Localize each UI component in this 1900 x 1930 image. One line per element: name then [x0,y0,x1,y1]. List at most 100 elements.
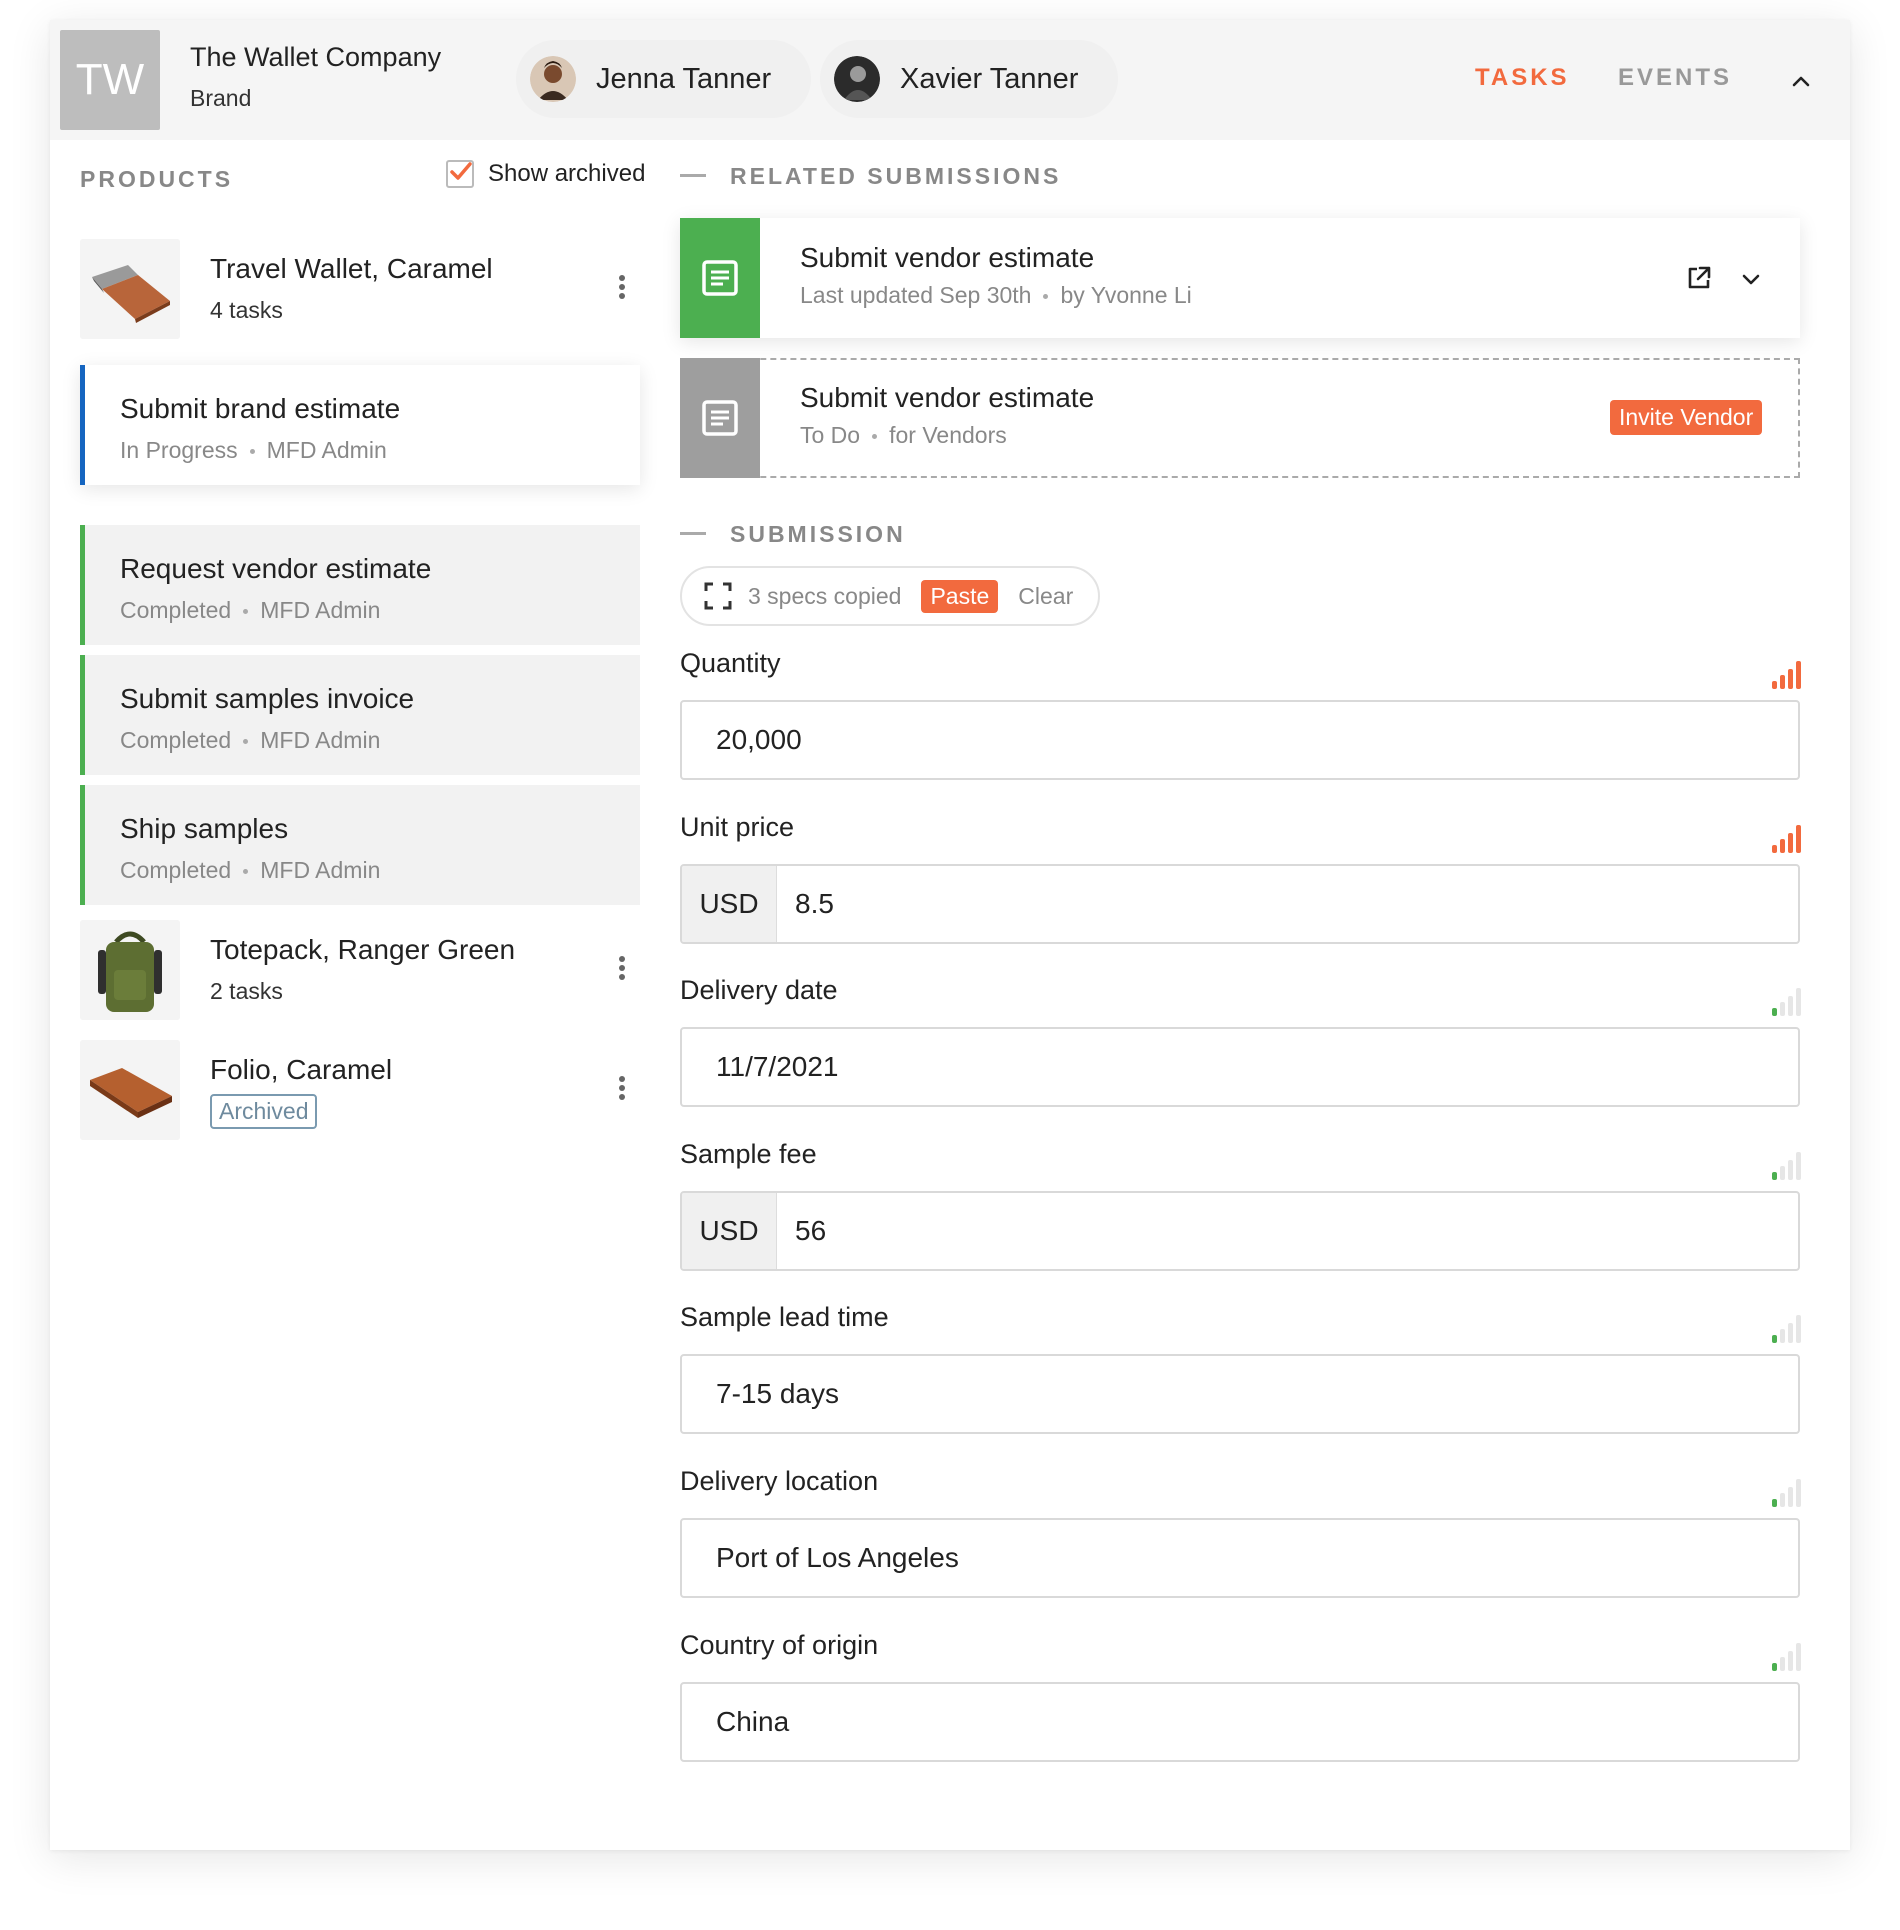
task-status: Completed [120,727,232,753]
country-of-origin-field[interactable]: China [680,1682,1800,1762]
show-archived-toggle[interactable]: Show archived [446,160,645,188]
submission-title: Submit vendor estimate [800,382,1095,413]
task-card[interactable]: Submit samples invoice Completed MFD Admi… [80,655,640,775]
company-logo: TW [60,30,160,130]
clipboard-pill: 3 specs copied Paste Clear [680,566,1100,626]
submission-status: Last updated Sep 30th [800,282,1032,308]
submission-audience: for Vendors [889,422,1007,448]
checkbox[interactable] [446,160,474,188]
more-options-icon[interactable] [617,275,627,305]
unit-price-field[interactable]: USD 8.5 [680,864,1800,944]
product-item[interactable]: Folio, Caramel Archived [80,1040,640,1140]
clear-button[interactable]: Clear [1018,583,1073,610]
currency-prefix[interactable]: USD [682,1193,777,1269]
product-item[interactable]: Totepack, Ranger Green 2 tasks [80,920,640,1020]
field-value: 8.5 [795,888,834,919]
company-name: The Wallet Company [190,42,442,72]
product-name: Folio, Caramel [210,1054,393,1085]
field-label: Sample lead time [680,1302,889,1332]
submission-author: by Yvonne Li [1060,282,1192,308]
signal-icon [1772,1313,1802,1343]
field-label: Sample fee [680,1139,817,1169]
task-owner: MFD Admin [260,857,381,883]
task-meta: Completed MFD Admin [120,727,380,754]
submission-card[interactable]: Submit vendor estimate Last updated Sep … [680,218,1800,338]
task-status: Completed [120,857,232,883]
signal-icon [1772,1150,1802,1180]
submission-title: SUBMISSION [730,521,906,547]
task-owner: MFD Admin [266,437,387,463]
currency-prefix[interactable]: USD [682,866,777,942]
avatar-icon [834,56,880,102]
task-status: Completed [120,597,232,623]
section-divider [680,174,706,177]
status-bar [80,785,85,905]
external-link-icon[interactable] [1685,264,1713,292]
task-title: Submit brand estimate [120,393,401,424]
invite-vendor-button[interactable]: Invite Vendor [1610,400,1763,435]
chevron-up-icon[interactable] [1790,70,1812,92]
submission-meta: Last updated Sep 30th by Yvonne Li [800,282,1192,309]
company-info: The Wallet Company Brand [190,42,441,112]
signal-icon [1772,986,1802,1016]
tab-events[interactable]: EVENTS [1618,64,1732,92]
show-archived-label: Show archived [488,160,646,187]
field-label: Delivery date [680,975,838,1005]
field-label: Quantity [680,648,781,678]
task-title: Submit samples invoice [120,683,415,714]
person-chip-xavier[interactable]: Xavier Tanner [820,40,1119,118]
status-bar [80,365,85,485]
product-thumbnail [80,1040,180,1140]
avatar-icon [530,56,576,102]
task-title: Request vendor estimate [120,553,432,584]
related-submissions-title: RELATED SUBMISSIONS [730,163,1062,189]
signal-icon [1772,1477,1802,1507]
delivery-date-field[interactable]: 11/7/2021 [680,1027,1800,1107]
specs-copied-text: 3 specs copied [748,582,902,609]
chevron-down-icon[interactable] [1740,268,1762,290]
product-thumbnail [80,920,180,1020]
more-options-icon[interactable] [617,1076,627,1106]
sample-fee-field[interactable]: USD 56 [680,1191,1800,1271]
product-task-count: 2 tasks [210,978,283,1004]
field-value: China [716,1706,790,1737]
field-label: Country of origin [680,1630,879,1660]
product-item[interactable]: Travel Wallet, Caramel 4 tasks [80,239,640,339]
task-owner: MFD Admin [260,597,381,623]
person-name: Jenna Tanner [596,62,772,95]
task-card[interactable]: Submit brand estimate In Progress MFD Adm… [80,365,640,485]
tab-tasks[interactable]: TASKS [1475,64,1570,92]
expand-icon [704,582,732,610]
quantity-field[interactable]: 20,000 [680,700,1800,780]
field-value: 20,000 [716,724,802,755]
more-options-icon[interactable] [617,956,627,986]
person-chip-jenna[interactable]: Jenna Tanner [516,40,812,118]
main-card: TW The Wallet Company Brand Jenna Tanner… [50,20,1850,1850]
signal-icon [1772,659,1802,689]
sample-lead-time-field[interactable]: 7-15 days [680,1354,1800,1434]
company-role: Brand [190,85,252,111]
product-thumbnail [80,239,180,339]
document-icon [680,358,760,478]
document-icon [680,218,760,338]
task-title: Ship samples [120,813,289,844]
submission-card-pending[interactable]: Submit vendor estimate To Do for Vendors … [680,358,1800,478]
task-meta: In Progress MFD Admin [120,437,387,464]
product-name: Travel Wallet, Caramel [210,253,493,284]
signal-icon [1772,823,1802,853]
delivery-location-field[interactable]: Port of Los Angeles [680,1518,1800,1598]
status-bar [80,655,85,775]
product-name: Totepack, Ranger Green [210,934,516,965]
section-divider [680,532,706,535]
task-card[interactable]: Ship samples Completed MFD Admin [80,785,640,905]
task-meta: Completed MFD Admin [120,597,380,624]
paste-button[interactable]: Paste [921,579,999,613]
submission-title: Submit vendor estimate [800,242,1095,273]
person-name: Xavier Tanner [900,62,1079,95]
field-value: 11/7/2021 [716,1051,839,1082]
field-value: Port of Los Angeles [716,1542,959,1573]
field-value: 56 [795,1215,827,1246]
task-status: In Progress [120,437,238,463]
checkmark-icon [450,162,472,180]
task-card[interactable]: Request vendor estimate Completed MFD Adm… [80,525,640,645]
